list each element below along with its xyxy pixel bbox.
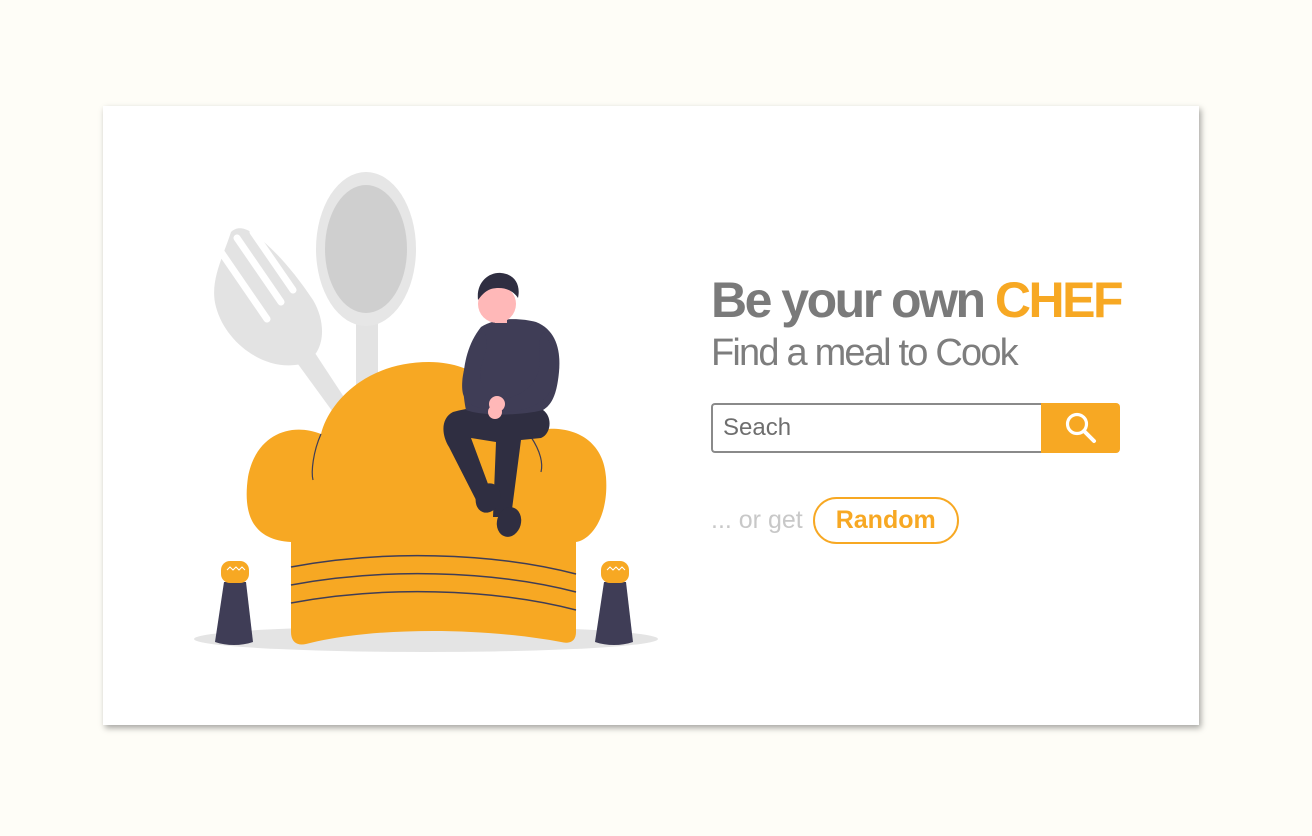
search-icon [1065, 412, 1096, 443]
salt-shaker-icon [215, 561, 253, 645]
random-button[interactable]: Random [812, 497, 959, 544]
search-bar [711, 403, 1120, 453]
search-button[interactable] [1041, 403, 1120, 453]
title-prefix: Be your own [711, 272, 995, 328]
chef-hat-icon [246, 362, 607, 656]
search-input[interactable] [711, 403, 1041, 453]
or-get-label: ... or get [711, 506, 803, 534]
main-card: Be your own CHEF Find a meal to Cook ...… [103, 106, 1199, 725]
random-row: ... or get Random [711, 497, 959, 544]
page-subtitle: Find a meal to Cook [711, 332, 1019, 374]
page-title: Be your own CHEF [711, 272, 1131, 328]
title-accent: CHEF [994, 272, 1124, 328]
hero-content: Be your own CHEF Find a meal to Cook ...… [711, 272, 1131, 544]
chef-illustration [194, 172, 658, 656]
pepper-shaker-icon [595, 561, 633, 645]
